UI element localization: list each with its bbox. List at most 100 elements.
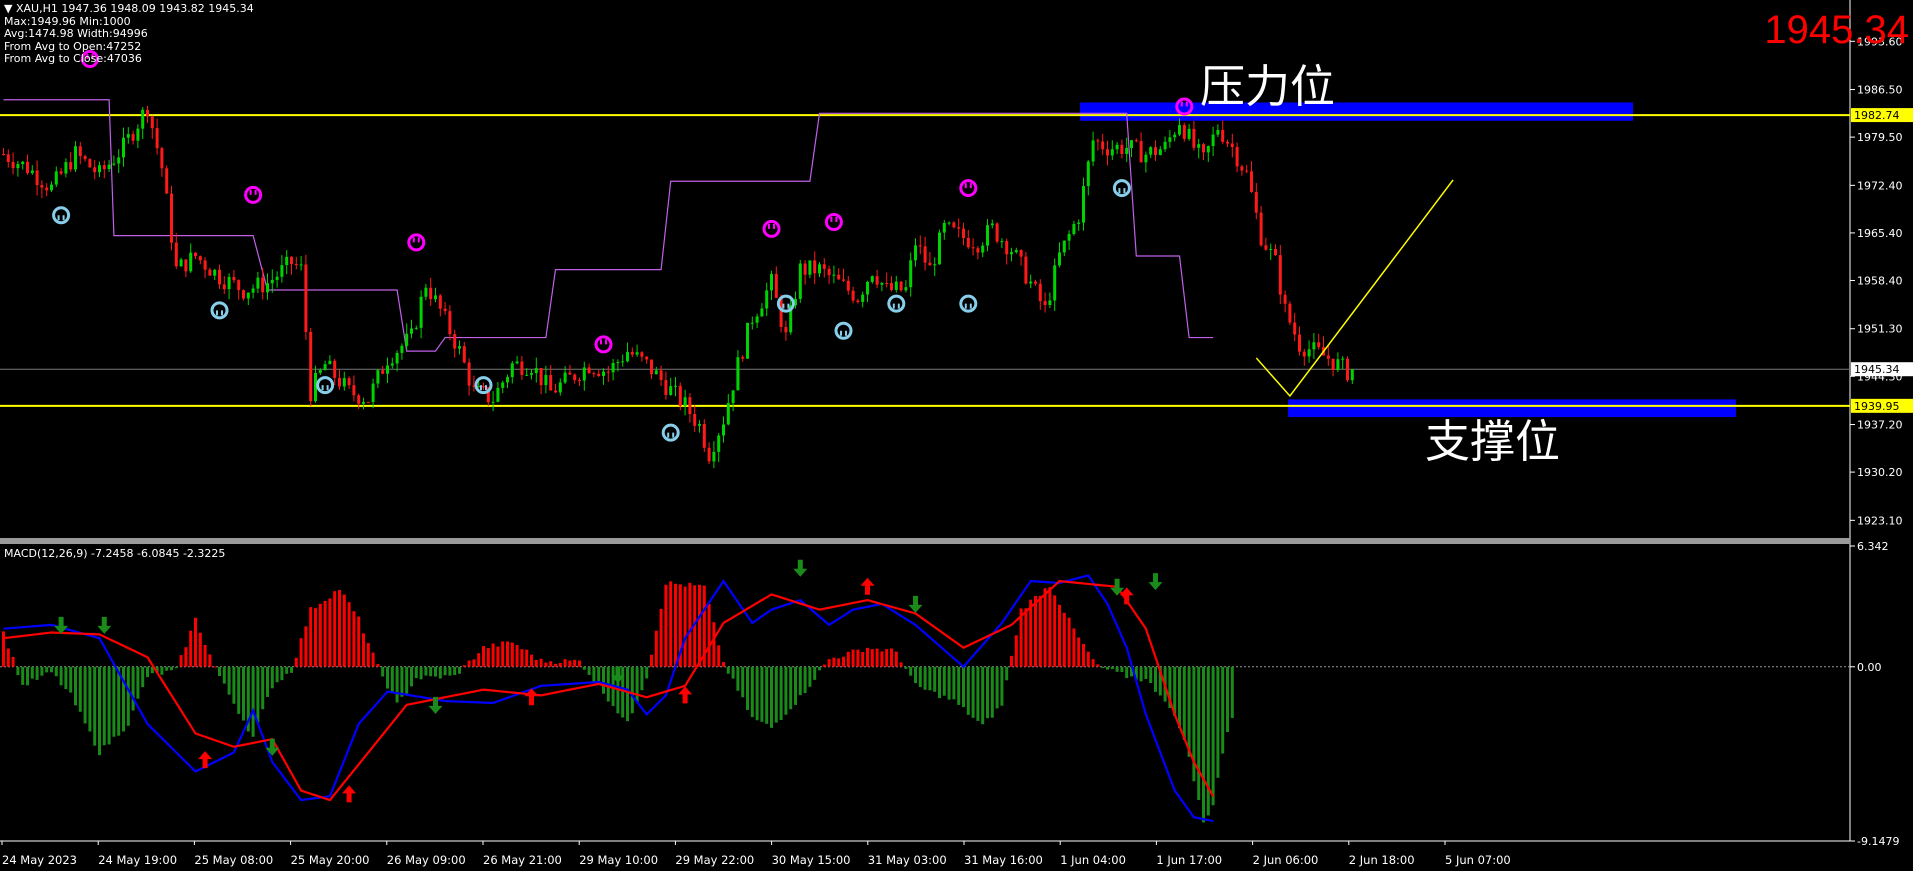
candle — [1250, 161, 1253, 193]
candle-body — [606, 371, 610, 373]
macd-histogram-bar — [1139, 666, 1143, 682]
macd-histogram-bar — [371, 652, 375, 667]
candle — [1254, 182, 1258, 220]
candle — [899, 280, 903, 292]
macd-histogram-bar — [741, 666, 745, 698]
candle-body — [904, 287, 908, 291]
macd-histogram-bar — [659, 608, 663, 667]
candle — [462, 342, 466, 364]
pane-separator — [0, 538, 1850, 544]
candle-body — [362, 402, 365, 404]
time-tick-label: 30 May 15:00 — [772, 853, 851, 867]
candle — [146, 105, 149, 123]
candle-body — [635, 352, 639, 355]
macd-histogram-bar — [582, 666, 586, 670]
candle — [21, 160, 25, 170]
candle — [160, 146, 164, 177]
candle — [1178, 118, 1181, 137]
macd-histogram-bar — [376, 664, 380, 667]
candle-body — [467, 362, 471, 386]
candle-body — [702, 424, 706, 448]
candle — [352, 375, 356, 402]
candle-body — [232, 276, 236, 281]
candle-body — [909, 260, 913, 288]
trough-marker-ring — [887, 294, 906, 313]
candle-body — [1106, 149, 1109, 156]
candle — [846, 275, 850, 295]
macd-histogram-bar — [1053, 595, 1057, 667]
macd-tick-label: 6.342 — [1857, 540, 1889, 553]
candle-body — [875, 276, 879, 285]
macd-histogram-bar — [21, 666, 25, 685]
macd-histogram-bar — [2, 631, 5, 667]
candle-body — [1163, 141, 1167, 150]
candle-body — [170, 193, 173, 243]
macd-histogram-bar — [544, 662, 548, 667]
candle — [83, 154, 87, 162]
candle — [1307, 340, 1311, 363]
trough-marker-icon — [834, 321, 853, 340]
candle-body — [227, 276, 231, 290]
candle — [448, 305, 452, 341]
macd-histogram-bar — [861, 652, 865, 667]
macd-histogram-bar — [1101, 666, 1105, 669]
macd-histogram-bar — [222, 666, 226, 684]
candle — [386, 357, 389, 384]
candle-body — [1317, 342, 1321, 348]
candle — [347, 376, 351, 389]
macd-histogram-bar — [290, 666, 293, 673]
candle — [1058, 242, 1061, 268]
candle-body — [1149, 147, 1153, 155]
candle-body — [654, 370, 658, 375]
candle-body — [11, 162, 15, 169]
macd-histogram-bar — [1091, 659, 1095, 667]
candle-body — [870, 276, 874, 282]
macd-histogram-bar — [314, 608, 317, 667]
candle-body — [198, 256, 202, 261]
candle-body — [894, 281, 898, 290]
macd-histogram-bar — [390, 666, 394, 694]
candle-body — [1254, 191, 1258, 213]
candle — [35, 160, 39, 196]
candle-body — [818, 264, 821, 274]
macd-histogram-bar — [1125, 666, 1129, 679]
trough-marker-ring — [316, 376, 335, 395]
peak-marker-glyph — [830, 217, 838, 223]
candle — [299, 255, 303, 271]
macd-histogram-bar — [275, 666, 279, 683]
candle-body — [765, 290, 769, 309]
candle-body — [390, 363, 394, 366]
candle-body — [592, 373, 596, 375]
chart-canvas[interactable]: 1993.601986.501979.501972.401965.401958.… — [0, 0, 1913, 871]
candle-body — [323, 364, 327, 371]
macd-histogram-bar — [822, 664, 826, 667]
macd-histogram-bar — [208, 654, 212, 667]
candle — [1226, 139, 1229, 148]
candle-body — [851, 290, 855, 301]
candle-body — [582, 367, 586, 381]
candle — [962, 222, 965, 246]
candle — [803, 260, 807, 285]
candle — [986, 219, 989, 252]
macd-histogram-bar — [789, 666, 793, 710]
resistance-price-tag-label: 1982.74 — [1854, 109, 1900, 122]
trough-marker-ring — [52, 206, 71, 225]
candle — [242, 289, 245, 301]
macd-histogram-bar — [1149, 666, 1153, 684]
projection-line — [1255, 179, 1454, 398]
macd-histogram-bar — [890, 648, 893, 667]
candle — [736, 350, 740, 391]
candle — [813, 251, 817, 285]
candle-body — [938, 232, 941, 265]
candle — [1082, 177, 1085, 231]
candle — [1106, 140, 1109, 166]
macd-histogram-bar — [285, 666, 289, 674]
macd-histogram-bar — [731, 666, 735, 679]
candle — [957, 218, 961, 238]
candle-body — [59, 171, 63, 174]
candle-body — [309, 331, 313, 402]
candle-body — [352, 385, 356, 396]
trough-marker-ring — [210, 301, 229, 320]
candle — [938, 229, 941, 265]
trough-marker-ring — [661, 423, 680, 442]
